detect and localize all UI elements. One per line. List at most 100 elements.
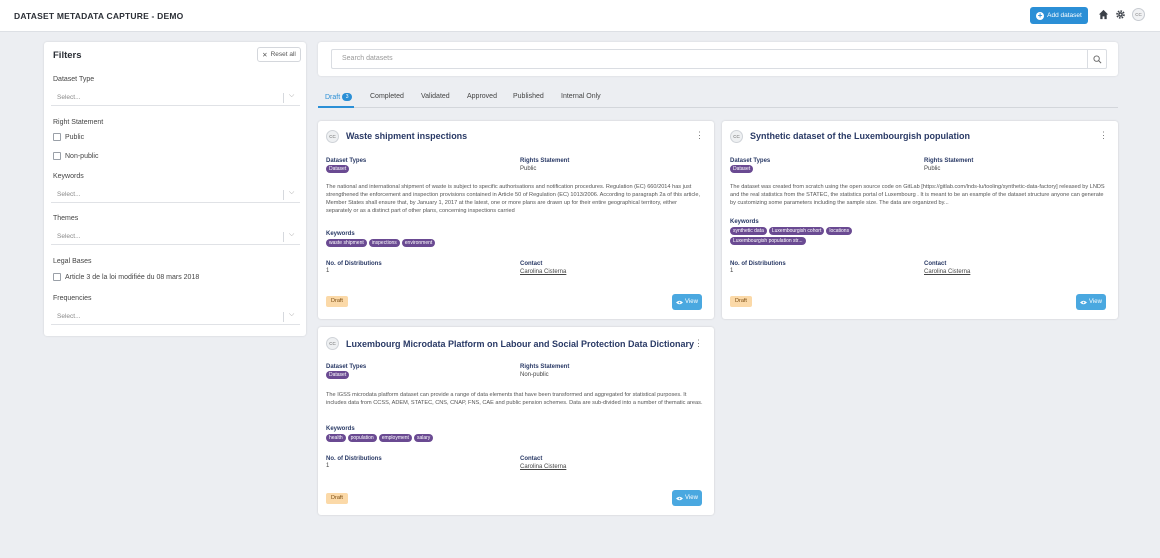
keywords-label: Keywords [326, 426, 355, 432]
contact-link[interactable]: Carolina Cisterna [520, 464, 566, 470]
distributions-value: 1 [326, 268, 330, 274]
non-public-label: Non-public [65, 152, 99, 160]
public-label: Public [65, 133, 85, 141]
search-button[interactable] [1087, 49, 1107, 69]
keyword-tag: locations [826, 227, 853, 235]
legal-bases-label: Legal Bases [53, 258, 92, 265]
add-dataset-label: Add dataset [1047, 12, 1082, 19]
dataset-type-placeholder: Select... [57, 94, 81, 101]
contact-link[interactable]: Carolina Cisterna [924, 269, 970, 275]
eye-icon [676, 496, 684, 500]
tab-internal-only[interactable]: Internal Only [561, 93, 601, 100]
rights-statement-value: Non-public [520, 372, 549, 378]
view-label: View [685, 495, 698, 501]
checkbox-box[interactable] [53, 152, 61, 160]
distributions-label: No. of Distributions [326, 261, 382, 267]
tab-approved[interactable]: Approved [467, 93, 497, 100]
dataset-card: CC Luxembourg Microdata Platform on Labo… [318, 327, 714, 515]
owner-avatar: CC [730, 130, 743, 143]
dataset-type-tag: Dataset [730, 165, 754, 173]
gear-icon[interactable] [1114, 9, 1126, 21]
keyword-tag: Luxembourgish cohort [768, 227, 825, 235]
plus-icon: + [1036, 10, 1045, 20]
distributions-value: 1 [326, 463, 330, 469]
dataset-type-tag: Dataset [326, 165, 350, 173]
legal-basis-checkbox[interactable]: Article 3 de la loi modifiée du 08 mars … [53, 273, 199, 281]
keyword-tag: environment [401, 239, 436, 247]
view-button[interactable]: View [1076, 294, 1106, 310]
view-button[interactable]: View [672, 294, 702, 310]
rights-statement-value: Public [520, 166, 537, 172]
dataset-title[interactable]: Synthetic dataset of the Luxembourgish p… [750, 131, 970, 141]
non-public-checkbox[interactable]: Non-public [53, 152, 98, 160]
filters-title: Filters [53, 50, 82, 61]
reset-all-button[interactable]: ✕ Reset all [257, 47, 301, 62]
contact-label: Contact [924, 261, 947, 267]
themes-select[interactable]: Select... ⌵ [51, 229, 300, 245]
dataset-title[interactable]: Luxembourg Microdata Platform on Labour … [346, 339, 694, 349]
active-tab-indicator [318, 106, 354, 108]
distributions-label: No. of Distributions [730, 261, 786, 267]
themes-placeholder: Select... [57, 233, 81, 240]
keyword-tags: synthetic data Luxembourgish cohort locati… [730, 227, 920, 247]
keyword-tag: Luxembourgish population str... [730, 237, 806, 245]
user-avatar[interactable]: CC [1132, 8, 1145, 21]
keywords-placeholder: Select... [57, 191, 81, 198]
rights-statement-value: Public [924, 166, 941, 172]
app-title: DATASET METADATA CAPTURE - DEMO [14, 11, 184, 21]
keyword-tag: synthetic data [730, 227, 767, 235]
tab-completed[interactable]: Completed [370, 93, 404, 100]
dataset-type-tags: Dataset [326, 371, 351, 381]
contact-label: Contact [520, 456, 543, 462]
search-input[interactable]: Search datasets [331, 49, 1087, 69]
keywords-label: Keywords [53, 173, 84, 180]
frequencies-select[interactable]: Select... ⌵ [51, 309, 300, 325]
chevron-down-icon: ⌵ [289, 92, 295, 99]
chevron-down-icon: ⌵ [289, 231, 295, 238]
checkbox-box[interactable] [53, 273, 61, 281]
right-statement-label: Right Statement [53, 119, 104, 126]
dataset-title[interactable]: Waste shipment inspections [346, 131, 467, 141]
status-badge: Draft [326, 296, 348, 307]
reset-all-label: Reset all [270, 51, 296, 58]
keyword-tag: employment [378, 434, 412, 442]
tab-validated[interactable]: Validated [421, 93, 450, 100]
dataset-types-label: Dataset Types [326, 158, 367, 164]
rights-statement-label: Rights Statement [520, 158, 570, 164]
tab-draft-label: Draft [325, 93, 341, 101]
close-icon: ✕ [262, 51, 268, 59]
keyword-tags: waste shipment inspections environment [326, 239, 706, 249]
dataset-types-label: Dataset Types [326, 364, 367, 370]
home-icon[interactable] [1097, 9, 1109, 21]
top-bar: DATASET METADATA CAPTURE - DEMO + Add da… [0, 0, 1160, 32]
tab-draft[interactable]: Draft 3 [325, 93, 353, 101]
keyword-tag: inspections [368, 239, 400, 247]
keyword-tag: health [326, 434, 346, 442]
keywords-label: Keywords [326, 231, 355, 237]
status-badge: Draft [326, 493, 348, 504]
checkbox-box[interactable] [53, 133, 61, 141]
contact-link[interactable]: Carolina Cisterna [520, 269, 566, 275]
keywords-select[interactable]: Select... ⌵ [51, 187, 300, 203]
distributions-value: 1 [730, 268, 734, 274]
add-dataset-button[interactable]: + Add dataset [1030, 7, 1088, 24]
view-button[interactable]: View [672, 490, 702, 506]
dataset-card: CC Synthetic dataset of the Luxembourgis… [722, 121, 1118, 319]
dataset-type-tag: Dataset [326, 371, 350, 379]
dataset-description: The IGSS microdata platform dataset can … [326, 392, 703, 406]
dataset-description: The national and international shipment … [326, 184, 701, 214]
dataset-card: CC Waste shipment inspections ⋮ Dataset … [318, 121, 714, 319]
dataset-type-tags: Dataset [326, 165, 351, 175]
owner-avatar: CC [326, 337, 339, 350]
public-checkbox[interactable]: Public [53, 133, 84, 141]
dataset-type-select[interactable]: Select... ⌵ [51, 90, 300, 106]
more-vertical-icon[interactable]: ⋮ [1099, 130, 1108, 141]
more-vertical-icon[interactable]: ⋮ [695, 130, 704, 141]
tab-published[interactable]: Published [513, 93, 544, 100]
frequencies-placeholder: Select... [57, 313, 81, 320]
more-vertical-icon[interactable]: ⋮ [694, 338, 703, 349]
filters-panel: Filters ✕ Reset all Dataset Type Select.… [44, 42, 306, 336]
select-separator [283, 312, 284, 322]
frequencies-label: Frequencies [53, 295, 92, 302]
legal-basis-label: Article 3 de la loi modifiée du 08 mars … [65, 273, 200, 281]
